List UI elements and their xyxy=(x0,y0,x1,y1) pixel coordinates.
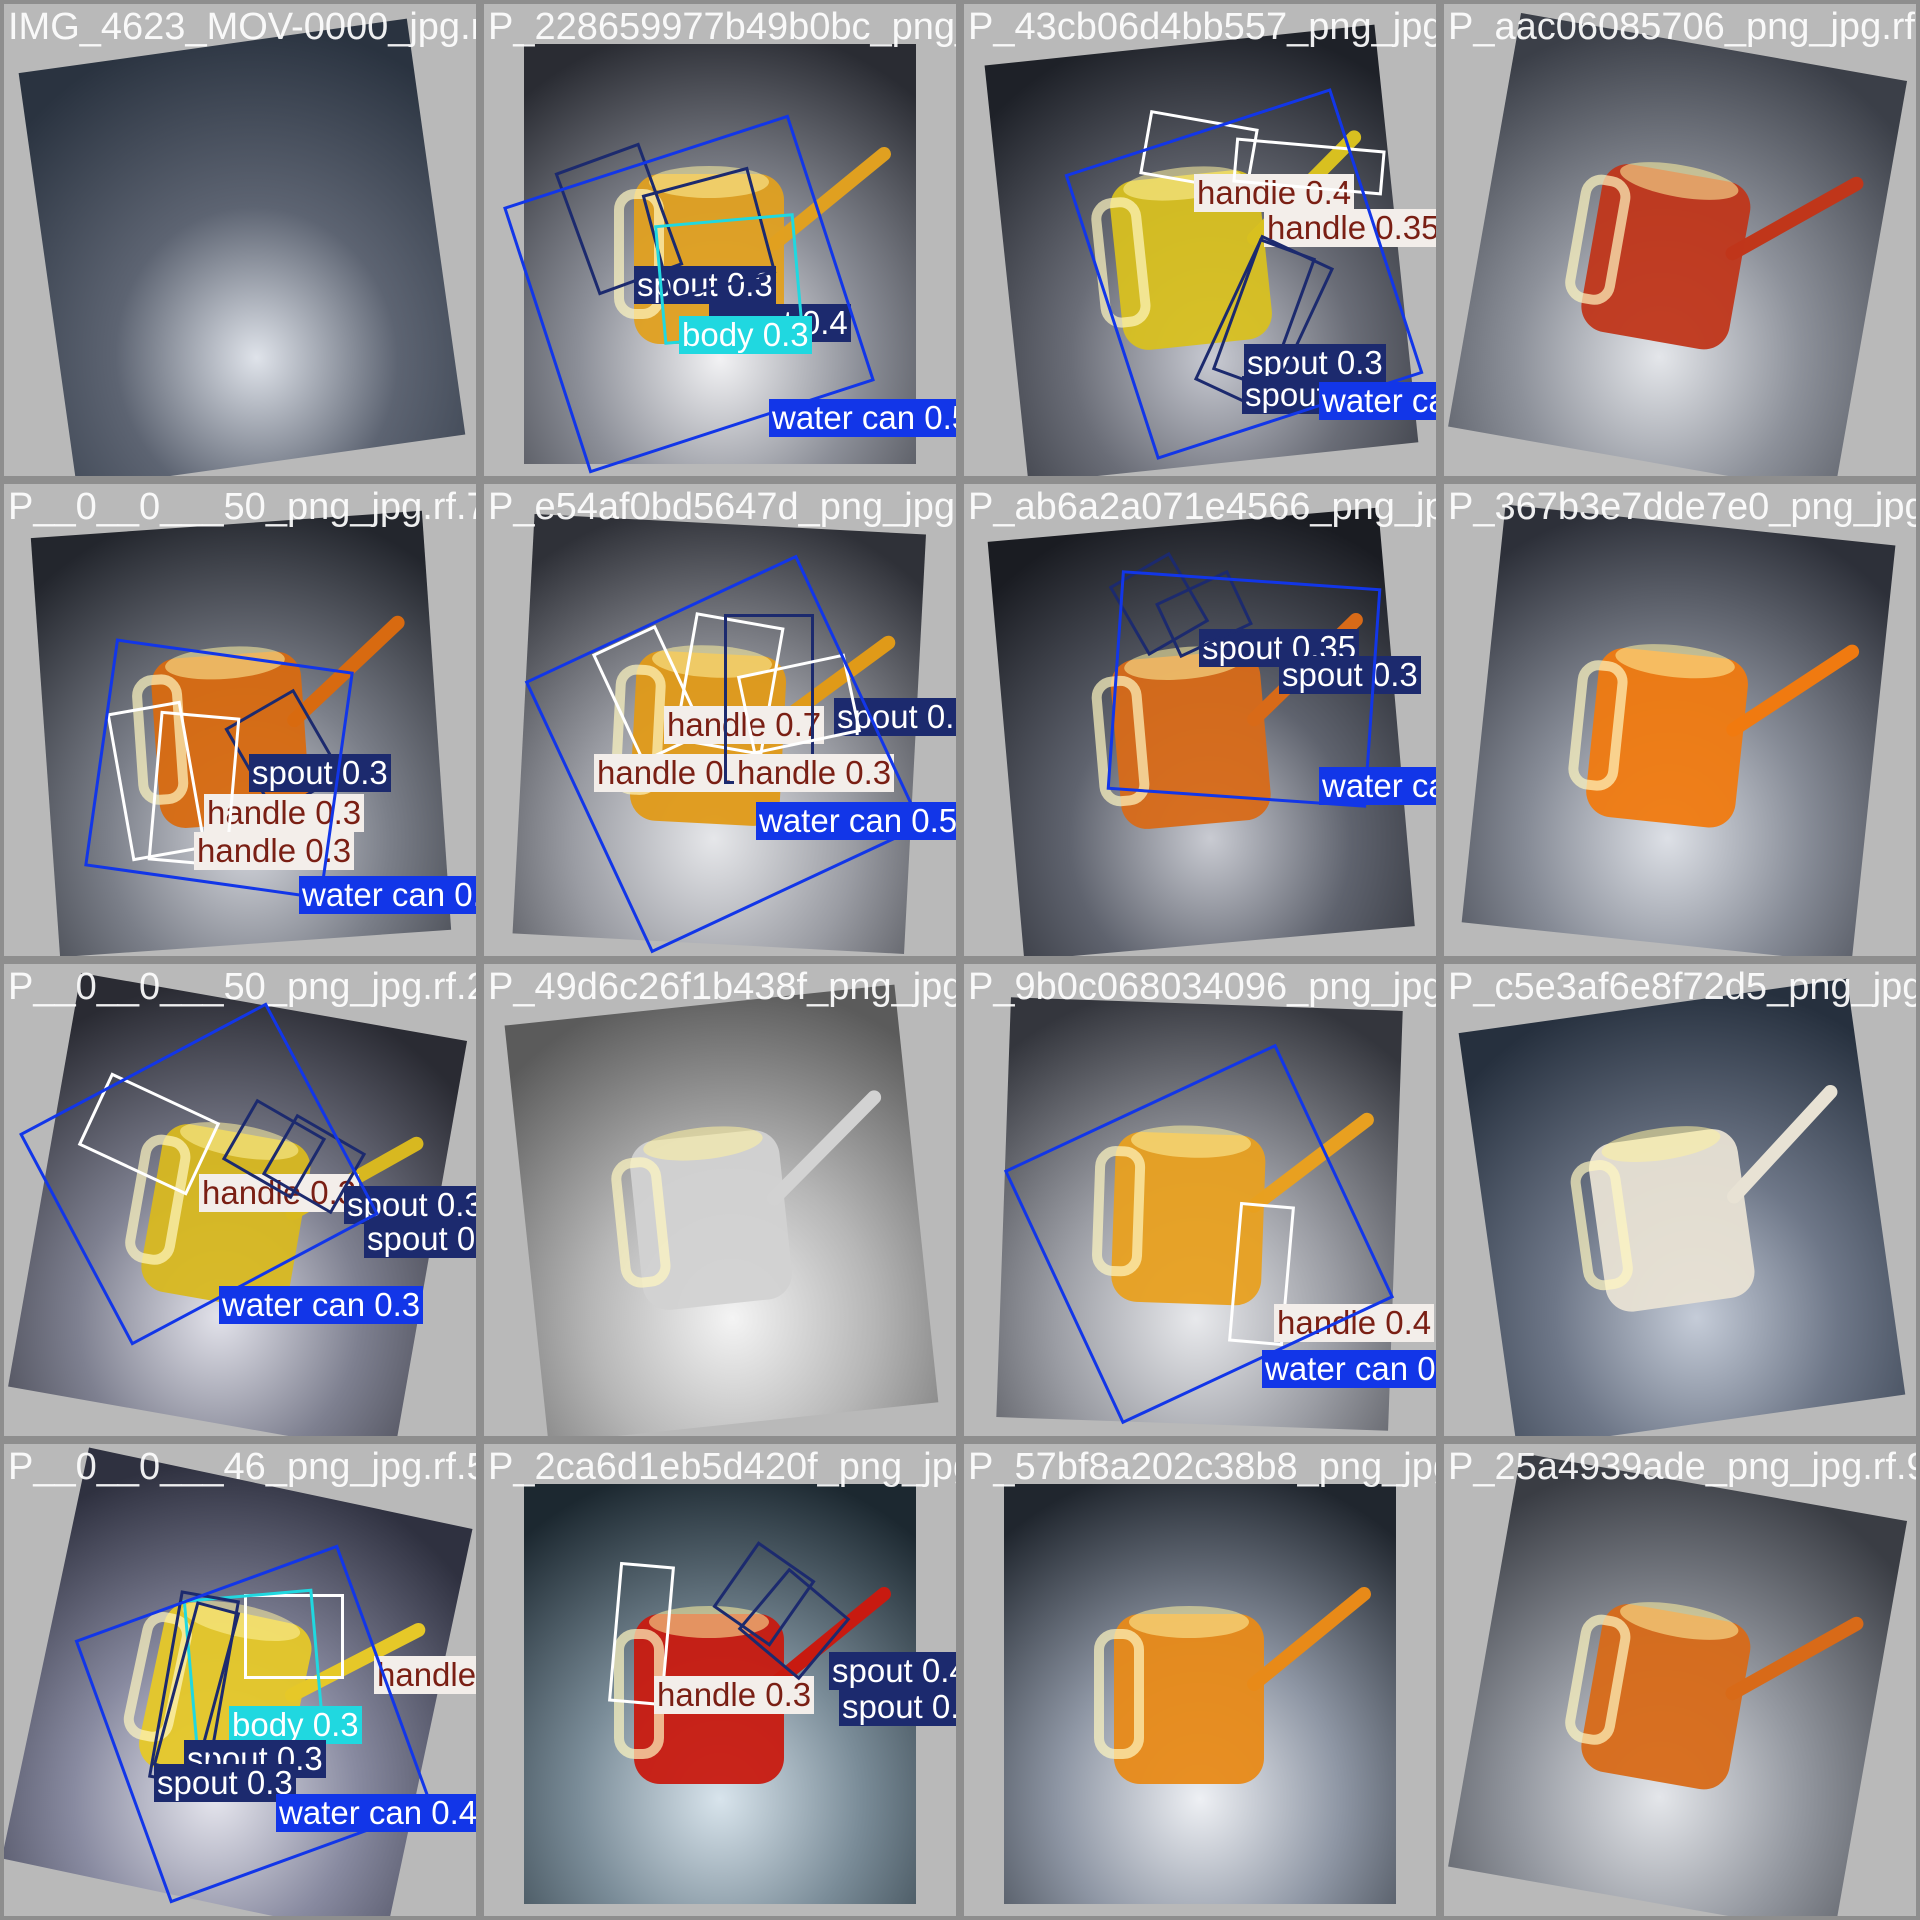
photo-thumbnail xyxy=(484,964,956,1436)
mosaic-tile: P_ab6a2a071e4566_png_jpg.rf.367b3e7dde7e… xyxy=(960,480,1440,960)
photo-thumbnail xyxy=(964,484,1436,956)
photo-thumbnail xyxy=(1444,4,1916,476)
mosaic-tile: P_49d6c26f1b438f_png_jpg.rf.df99b0c06803… xyxy=(480,960,960,1440)
photo-thumbnail xyxy=(484,484,956,956)
mosaic-tile: P__0__0___50_png_jpg.rf.2849d6c26f1b438f… xyxy=(0,960,480,1440)
mosaic-tile: P_aac06085706_png_jpg.rf.8 xyxy=(1440,0,1920,480)
photo-thumbnail xyxy=(1444,1444,1916,1916)
mosaic-tile: P_e54af0bd5647d_png_jpg.rf.5ab6a2a071e45… xyxy=(480,480,960,960)
mosaic-tile: P_9b0c068034096_png_jpg.rf.64c5e3af6e8f7… xyxy=(960,960,1440,1440)
photo-thumbnail xyxy=(1444,964,1916,1436)
mosaic-tile: P_367b3e7dde7e0_png_jpg.rf.0 xyxy=(1440,480,1920,960)
mosaic-tile: P_2ca6d1eb5d420f_png_jpg.rf.9557bf8a202c… xyxy=(480,1440,960,1920)
photo-thumbnail xyxy=(964,4,1436,476)
photo-thumbnail xyxy=(964,1444,1436,1916)
photo-thumbnail xyxy=(1444,484,1916,956)
photo-thumbnail xyxy=(4,964,476,1436)
mosaic-tile: P__0__0___50_png_jpg.rf.76e54af0bd5647ds… xyxy=(0,480,480,960)
mosaic-tile: P_43cb06d4bb557_png_jpg.rf.f8aac06085706… xyxy=(960,0,1440,480)
photo-thumbnail xyxy=(484,1444,956,1916)
mosaic-tile: P_c5e3af6e8f72d5_png_jpg.rf.fb4 xyxy=(1440,960,1920,1440)
mosaic-tile: P_228659977b49b0bc_png_jpg.rf.de43cb06d4… xyxy=(480,0,960,480)
photo-thumbnail xyxy=(484,4,956,476)
mosaic-tile: IMG_4623_MOV-0000_jpg.rf.f228659977b49b0… xyxy=(0,0,480,480)
photo-thumbnail xyxy=(4,1444,476,1916)
photo-thumbnail xyxy=(4,4,476,476)
photo-thumbnail xyxy=(4,484,476,956)
mosaic-tile: P_57bf8a202c38b8_png_jpg.rf.0025a4939ade… xyxy=(960,1440,1440,1920)
mosaic-tile: P_25a4939ade_png_jpg.rf.9 xyxy=(1440,1440,1920,1920)
prediction-mosaic: IMG_4623_MOV-0000_jpg.rf.f228659977b49b0… xyxy=(0,0,1920,1920)
mosaic-tile: P__0__0___46_png_jpg.rf.5a2ca6d1eb5d420f… xyxy=(0,1440,480,1920)
photo-thumbnail xyxy=(964,964,1436,1436)
